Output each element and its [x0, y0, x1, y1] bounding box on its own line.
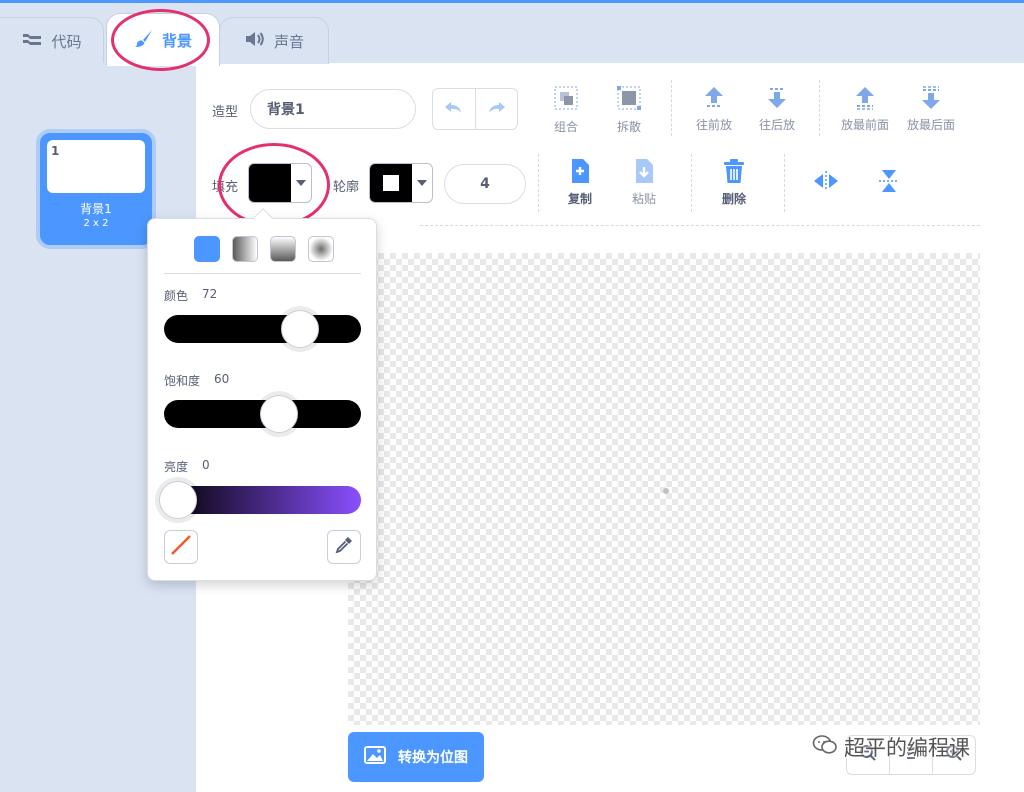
saturation-value: 60: [214, 372, 230, 386]
toolbar-separator: [784, 154, 785, 212]
toolbar-separator: [819, 80, 820, 136]
trash-icon: [722, 158, 746, 184]
hue-value: 72: [202, 287, 218, 301]
popover-arrow: [253, 208, 273, 228]
delete-button[interactable]: 删除: [716, 158, 752, 207]
image-icon: [364, 746, 386, 768]
chevron-down-icon: [412, 164, 432, 202]
toolbar-separator: [691, 154, 692, 212]
tab-sound[interactable]: 声音: [219, 17, 329, 64]
copy-button[interactable]: 复制: [562, 158, 598, 207]
no-fill-button[interactable]: [164, 530, 198, 564]
flip-vertical-icon: [878, 168, 900, 194]
ungroup-label: 拆散: [616, 120, 641, 134]
costume-number: 1: [51, 144, 60, 158]
hue-slider[interactable]: [164, 315, 361, 343]
forward-label: 往前放: [695, 118, 732, 132]
fill-color-popover: 颜色 72 饱和度 60 亮度 0: [147, 208, 377, 581]
outline-width-input[interactable]: [444, 164, 526, 204]
undo-button[interactable]: [433, 89, 475, 129]
front-icon: [851, 86, 879, 110]
brightness-slider-knob[interactable]: [159, 481, 197, 519]
flip-horizontal-button[interactable]: [812, 170, 840, 192]
convert-to-bitmap-button[interactable]: 转换为位图: [348, 732, 484, 782]
speaker-icon: [244, 30, 266, 52]
fill-label: 填充: [212, 180, 239, 195]
back-label: 放最后面: [906, 118, 955, 132]
flip-horizontal-icon: [813, 170, 839, 192]
solid-fill-mode-button[interactable]: [194, 236, 220, 262]
delete-label: 删除: [721, 192, 746, 206]
flip-vertical-button[interactable]: [875, 168, 903, 194]
canvas-center-point: [663, 488, 669, 494]
group-label: 组合: [553, 120, 578, 134]
costume-name-input[interactable]: [250, 89, 416, 129]
redo-button[interactable]: [474, 89, 517, 129]
tab-code[interactable]: 代码: [0, 17, 104, 64]
copy-label: 复制: [567, 192, 592, 206]
backward-icon: [764, 86, 790, 110]
outline-color-swatch: [370, 164, 412, 202]
ungroup-icon: [615, 84, 643, 112]
toolbar-divider: [420, 225, 980, 226]
hue-label-row: 颜色 72: [164, 287, 217, 304]
radial-gradient-mode-button[interactable]: [308, 236, 334, 262]
tab-backdrop-label: 背景: [161, 31, 192, 50]
hue-slider-knob[interactable]: [280, 310, 319, 348]
paste-icon: [633, 158, 655, 184]
costume-name-label: 造型: [212, 105, 239, 120]
toolbar-separator: [671, 80, 672, 136]
fill-color-button[interactable]: [248, 163, 312, 203]
backward-label: 往后放: [758, 118, 795, 132]
outline-color-button[interactable]: [369, 163, 433, 203]
backward-button[interactable]: 往后放: [756, 86, 798, 133]
paste-button[interactable]: 粘贴: [626, 158, 662, 207]
tab-sound-label: 声音: [273, 32, 304, 51]
front-label: 放最前面: [840, 118, 889, 132]
fill-mode-row: [194, 236, 334, 262]
brightness-label: 亮度: [164, 460, 189, 474]
eyedropper-button[interactable]: [327, 530, 361, 564]
toolbar-separator: [538, 154, 539, 212]
costume-name: 背景1: [80, 202, 112, 216]
group-button[interactable]: 组合: [548, 84, 584, 135]
brightness-value: 0: [202, 458, 210, 472]
brush-icon: [134, 28, 154, 52]
costume-size: 2 x 2: [83, 218, 109, 229]
fill-color-swatch: [249, 164, 291, 202]
saturation-label-row: 饱和度 60: [164, 372, 229, 389]
watermark: 超平的编程课: [812, 732, 970, 762]
paste-label: 粘贴: [631, 192, 656, 206]
copy-icon: [569, 158, 591, 184]
ungroup-button[interactable]: 拆散: [611, 84, 647, 135]
back-button[interactable]: 放最后面: [901, 86, 961, 133]
outline-label: 轮廓: [333, 180, 360, 195]
brightness-label-row: 亮度 0: [164, 458, 210, 475]
horizontal-gradient-mode-button[interactable]: [232, 236, 258, 262]
watermark-text: 超平的编程课: [844, 736, 970, 760]
tab-bar: 代码 背景 声音: [0, 3, 1024, 66]
back-icon: [917, 86, 945, 110]
redo-icon: [486, 100, 506, 119]
chevron-down-icon: [291, 164, 311, 202]
forward-icon: [701, 86, 727, 110]
eyedropper-icon: [334, 535, 354, 559]
popover-divider: [164, 273, 361, 274]
vertical-gradient-mode-button[interactable]: [270, 236, 296, 262]
no-color-icon: [169, 533, 193, 561]
undo-icon: [444, 100, 464, 119]
undo-redo-group: [432, 88, 518, 130]
saturation-label: 饱和度: [164, 374, 201, 388]
front-button[interactable]: 放最前面: [835, 86, 895, 133]
wechat-icon: [812, 734, 838, 761]
code-icon: [21, 31, 43, 51]
costume-card[interactable]: 1 背景1 2 x 2: [40, 133, 152, 245]
costume-thumbnail: [47, 140, 145, 193]
group-icon: [552, 84, 580, 112]
tab-code-label: 代码: [51, 32, 82, 51]
hue-label: 颜色: [164, 289, 189, 303]
forward-button[interactable]: 往前放: [693, 86, 735, 133]
tab-backdrop[interactable]: 背景: [106, 13, 220, 66]
convert-label: 转换为位图: [398, 750, 468, 766]
